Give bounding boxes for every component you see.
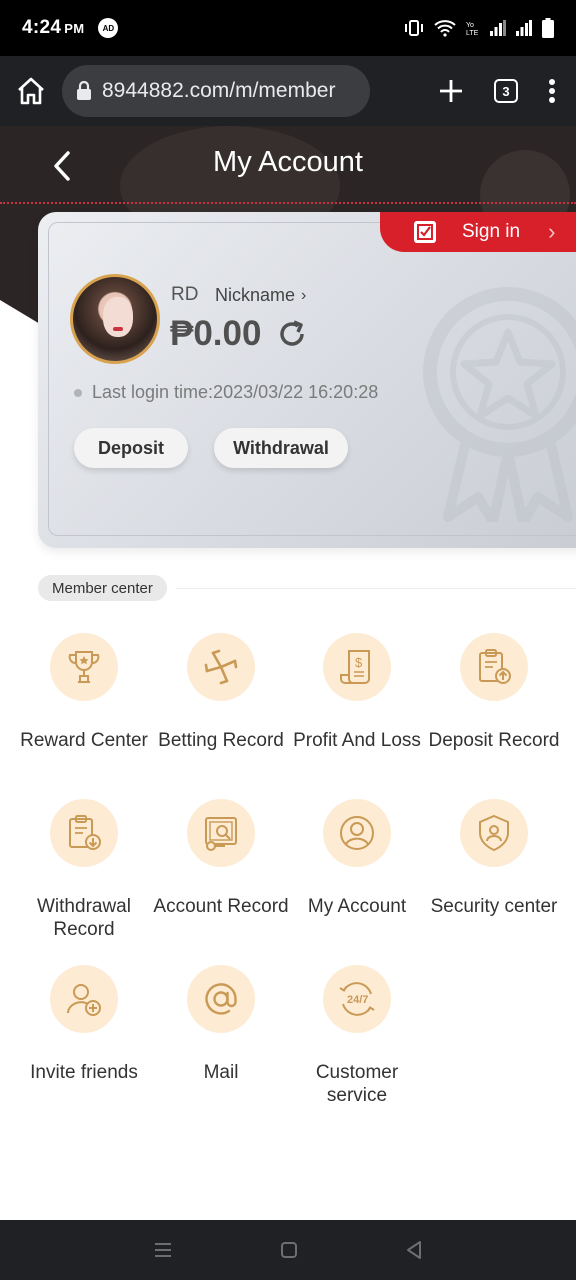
menu-my-account[interactable]: My Account: [285, 799, 429, 918]
sign-in-label: Sign in: [462, 221, 521, 242]
signal-icon-2: [516, 20, 532, 36]
withdrawal-button[interactable]: Withdrawal: [214, 428, 348, 468]
url-text: 8944882.com/m/member: [102, 79, 336, 102]
checkin-icon: [414, 221, 436, 243]
screen: 4:24PM AD YoLTE 8944882.com/m/member 3: [0, 0, 576, 1280]
lte-icon: YoLTE: [466, 22, 479, 37]
svg-text:24/7: 24/7: [347, 994, 368, 1006]
avatar-face: [103, 297, 133, 337]
battery-icon: [542, 18, 554, 38]
menu-label: Betting Record: [158, 730, 284, 751]
at-icon: [187, 965, 255, 1033]
avatar[interactable]: [70, 274, 160, 364]
wifi-icon: [434, 20, 456, 37]
new-tab-icon[interactable]: [438, 78, 464, 104]
clipboard-download-icon: [50, 799, 118, 867]
section-divider: [176, 588, 576, 589]
bill-icon: $: [323, 633, 391, 701]
support-24-7-icon: 24/7: [323, 965, 391, 1033]
menu-label: Mail: [203, 1062, 239, 1083]
recent-apps-icon[interactable]: [153, 1241, 173, 1259]
status-bar: 4:24 PM AD Yo LTE: [0, 0, 576, 56]
medal-watermark-icon: [423, 287, 576, 522]
menu-label: Deposit Record: [428, 730, 560, 751]
status-time: 4:24 PM: [22, 17, 85, 38]
refresh-icon[interactable]: [277, 319, 307, 349]
balance-value: ₱0.00: [170, 314, 262, 353]
shield-user-icon: [460, 799, 528, 867]
menu-label: Account Record: [153, 896, 289, 917]
nickname-link[interactable]: Nickname ›: [215, 285, 306, 306]
menu-customer-service[interactable]: 24/7 Customer service: [285, 965, 429, 1107]
account-card: Sign in › RD Nickname › ₱0.00 Last login …: [38, 212, 576, 548]
menu-label: Profit And Loss: [293, 730, 421, 751]
status-icons: Yo LTE: [404, 18, 554, 38]
section-title: Member center: [38, 575, 167, 601]
menu-label: Invite friends: [30, 1062, 138, 1083]
trophy-icon: [50, 633, 118, 701]
more-menu-icon[interactable]: [548, 78, 556, 104]
last-login-text: Last login time:2023/03/22 16:20:28: [92, 382, 379, 402]
browser-actions: 3: [438, 78, 560, 104]
menu-withdrawal-record[interactable]: Withdrawal Record: [12, 799, 156, 941]
menu-label: Security center: [430, 896, 558, 917]
menu-betting-record[interactable]: Betting Record: [149, 633, 293, 752]
clipboard-upload-icon: [460, 633, 528, 701]
home-nav-icon[interactable]: [280, 1241, 298, 1259]
username: RD: [171, 284, 199, 305]
add-user-icon: [50, 965, 118, 1033]
nickname-label: Nickname: [215, 285, 296, 305]
menu-account-record[interactable]: Account Record: [149, 799, 293, 918]
back-nav-icon[interactable]: [405, 1240, 423, 1260]
menu-invite-friends[interactable]: Invite friends: [12, 965, 156, 1084]
home-icon[interactable]: [16, 77, 46, 105]
menu-deposit-record[interactable]: Deposit Record: [422, 633, 566, 752]
signal-icon-1: [490, 20, 506, 36]
deposit-button[interactable]: Deposit: [74, 428, 188, 468]
menu-label: My Account: [307, 896, 407, 917]
browser-toolbar: 8944882.com/m/member 3: [0, 56, 576, 126]
svg-text:LTE: LTE: [466, 30, 479, 37]
menu-label: Customer service: [315, 1062, 399, 1106]
url-bar[interactable]: 8944882.com/m/member: [62, 65, 370, 117]
ad-badge-icon: AD: [98, 18, 119, 38]
chevron-right-icon: ›: [301, 286, 307, 304]
menu-reward-center[interactable]: Reward Center: [12, 633, 156, 752]
system-nav-bar: [0, 1220, 576, 1280]
lock-icon: [77, 81, 91, 100]
pinwheel-icon: [187, 633, 255, 701]
svg-text:Yo: Yo: [466, 22, 474, 29]
sign-in-button[interactable]: Sign in ›: [380, 212, 576, 252]
account-record-icon: [187, 799, 255, 867]
bullet-icon: [74, 388, 82, 397]
menu-security-center[interactable]: Security center: [422, 799, 566, 918]
tab-switcher-button[interactable]: 3: [494, 79, 518, 103]
page-title: My Account: [213, 146, 363, 178]
svg-text:$: $: [355, 655, 363, 670]
balance: ₱0.00: [170, 314, 307, 354]
menu-mail[interactable]: Mail: [149, 965, 293, 1084]
user-icon: [323, 799, 391, 867]
avatar-lips: [113, 327, 123, 331]
vibrate-icon: [405, 20, 423, 36]
last-login: Last login time:2023/03/22 16:20:28: [74, 382, 378, 403]
chevron-right-icon: ›: [548, 219, 556, 244]
header-divider: [0, 202, 576, 204]
menu-profit-and-loss[interactable]: $ Profit And Loss: [285, 633, 429, 752]
menu-label: Withdrawal Record: [37, 896, 131, 940]
menu-label: Reward Center: [20, 730, 148, 751]
